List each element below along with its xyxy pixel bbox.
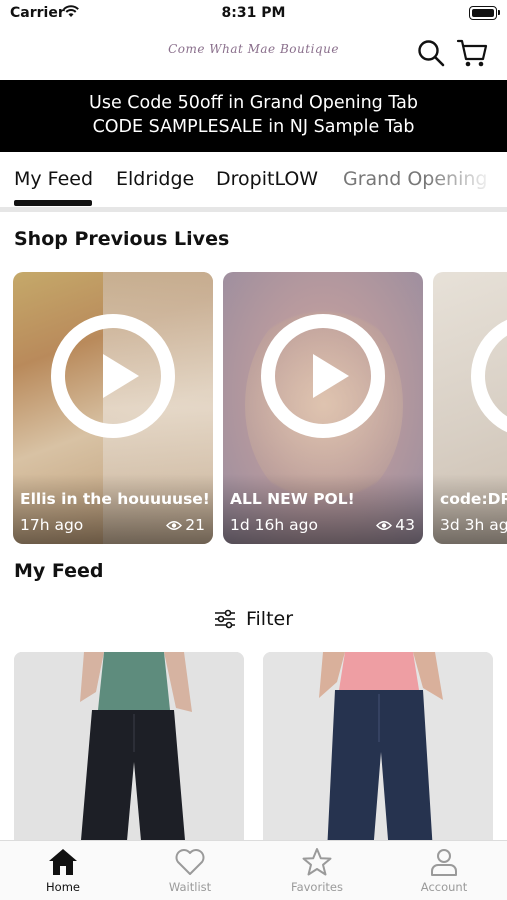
live-title: code:DR xyxy=(440,490,507,508)
feed-section-title: My Feed xyxy=(14,560,104,582)
eye-icon xyxy=(376,520,393,530)
product-photo xyxy=(263,652,493,852)
promo-line-1: Use Code 50off in Grand Opening Tab xyxy=(89,93,418,113)
live-view-count: 21 xyxy=(185,516,205,534)
person-icon xyxy=(431,849,457,876)
search-icon[interactable] xyxy=(416,38,446,68)
tab-waitlist[interactable]: Waitlist xyxy=(127,847,253,900)
live-title: Ellis in the houuuuse! xyxy=(20,490,210,508)
live-view-count: 43 xyxy=(395,516,415,534)
play-icon[interactable] xyxy=(261,314,385,438)
live-time: 1d 16h ago xyxy=(230,516,318,534)
play-icon[interactable] xyxy=(51,314,175,438)
sliders-icon xyxy=(214,609,235,629)
tab-favorites-label: Favorites xyxy=(291,880,343,894)
live-views: 21 xyxy=(166,516,205,534)
tab-eldridge[interactable]: Eldridge xyxy=(116,168,194,190)
live-card[interactable]: Ellis in the houuuuse! 17h ago 21 xyxy=(13,272,213,544)
status-time: 8:31 PM xyxy=(221,5,286,21)
tab-favorites[interactable]: Favorites xyxy=(254,847,380,900)
filter-button[interactable]: Filter xyxy=(0,605,507,633)
battery-icon xyxy=(469,6,500,20)
product-card[interactable] xyxy=(14,652,244,852)
tab-home-label: Home xyxy=(46,880,80,894)
live-time: 17h ago xyxy=(20,516,84,534)
cart-icon[interactable] xyxy=(456,37,488,69)
live-card[interactable]: ALL NEW POL! 1d 16h ago 43 xyxy=(223,272,423,544)
heart-icon xyxy=(175,849,205,875)
live-views: 43 xyxy=(376,516,415,534)
live-time: 3d 3h ag xyxy=(440,516,507,534)
home-icon xyxy=(49,849,77,875)
tab-account[interactable]: Account xyxy=(381,847,507,900)
tab-my-feed[interactable]: My Feed xyxy=(14,168,93,190)
category-tabs: My Feed Eldridge DropitLOW Grand Opening xyxy=(0,152,507,212)
live-title: ALL NEW POL! xyxy=(230,490,355,508)
filter-label: Filter xyxy=(245,608,294,630)
lives-carousel[interactable]: Ellis in the houuuuse! 17h ago 21 ALL NE… xyxy=(0,272,507,544)
active-tab-indicator xyxy=(14,200,92,206)
product-photo xyxy=(14,652,244,852)
status-bar: Carrier 8:31 PM xyxy=(0,0,507,28)
tab-account-label: Account xyxy=(420,880,468,894)
tab-dropitlow[interactable]: DropitLOW xyxy=(216,168,318,190)
tab-waitlist-label: Waitlist xyxy=(168,880,212,894)
tabs-fade xyxy=(427,152,507,207)
live-card[interactable]: code:DR 3d 3h ag xyxy=(433,272,507,544)
star-icon xyxy=(302,848,332,876)
lives-section-title: Shop Previous Lives xyxy=(14,228,230,250)
tab-home[interactable]: Home xyxy=(0,847,126,900)
bottom-tab-bar: Home Waitlist Favorites Account xyxy=(0,840,507,900)
eye-icon xyxy=(166,520,183,530)
app-header: Come What Mae Boutique xyxy=(0,28,507,80)
product-card[interactable] xyxy=(263,652,493,852)
promo-line-2: CODE SAMPLESALE in NJ Sample Tab xyxy=(92,117,415,137)
promo-banner: Use Code 50off in Grand Opening Tab CODE… xyxy=(0,80,507,152)
